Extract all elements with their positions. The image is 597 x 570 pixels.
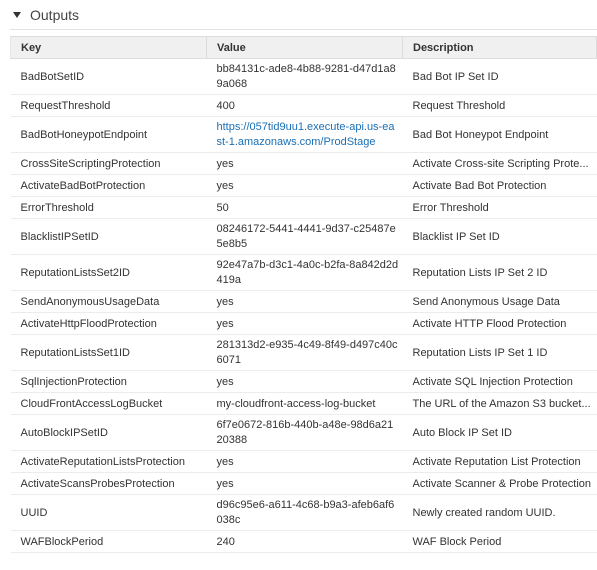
output-value-link[interactable]: https://057tid9uu1.execute-api.us-east-1… [217,121,395,148]
output-value: 400 [206,94,403,117]
table-row: CloudFrontAccessLogBucket my-cloudfront-a… [10,392,597,415]
output-description: Error Threshold [402,196,597,219]
output-key: WAFBlockPeriod [10,530,207,553]
output-description: WAF Block Period [402,530,597,553]
caret-down-icon [13,12,21,18]
outputs-section-toggle[interactable]: Outputs [10,0,597,30]
output-key: RequestThreshold [10,94,207,117]
output-description: Auto Block IP Set ID [402,414,597,451]
output-key: ReputationListsSet1ID [10,334,207,371]
table-row: UUID d96c95e6-a611-4c68-b9a3-afeb6af6038c… [10,494,597,531]
output-value: yes [206,450,403,473]
table-row: ErrorThreshold 50 Error Threshold [10,196,597,219]
output-value: 92e47a7b-d3c1-4a0c-b2fa-8a842d2d419a [206,254,403,291]
table-row: SendAnonymousUsageData yes Send Anonymous … [10,290,597,313]
output-description: Request Threshold [402,94,597,117]
output-value: 281313d2-e935-4c49-8f49-d497c40c6071 [206,334,403,371]
output-key: AutoBlockIPSetID [10,414,207,451]
output-value: yes [206,152,403,175]
table-row: RequestThreshold 400 Request Threshold [10,94,597,117]
output-value: yes [206,290,403,313]
output-key: ActivateHttpFloodProtection [10,312,207,335]
output-description: Bad Bot IP Set ID [402,58,597,95]
output-key: SendAnonymousUsageData [10,290,207,313]
table-row: ActivateScansProbesProtection yes Activate… [10,472,597,495]
table-row: ActivateHttpFloodProtection yes Activate H… [10,312,597,335]
output-value: yes [206,472,403,495]
output-value: 6f7e0672-816b-440b-a48e-98d6a2120388 [206,414,403,451]
output-value: 240 [206,530,403,553]
output-key: BadBotHoneypotEndpoint [10,116,207,153]
output-description: Newly created random UUID. [402,494,597,531]
table-row: ReputationListsSet2ID 92e47a7b-d3c1-4a0c-… [10,254,597,291]
output-key: BadBotSetID [10,58,207,95]
output-value-cell: https://057tid9uu1.execute-api.us-east-1… [206,116,403,153]
output-description: Activate Cross-site Scripting Prote... [402,152,597,175]
output-description: Reputation Lists IP Set 1 ID [402,334,597,371]
output-description: Activate Scanner & Probe Protection [402,472,597,495]
output-key: CrossSiteScriptingProtection [10,152,207,175]
outputs-table: Key Value Description BadBotSetID bb84131… [10,36,597,553]
table-row: ActivateBadBotProtection yes Activate Bad … [10,174,597,197]
output-value: yes [206,370,403,393]
section-title: Outputs [30,6,80,23]
output-key: ActivateScansProbesProtection [10,472,207,495]
output-description: Bad Bot Honeypot Endpoint [402,116,597,153]
table-row: ActivateReputationListsProtection yes Acti… [10,450,597,473]
output-key: ActivateBadBotProtection [10,174,207,197]
table-row: AutoBlockIPSetID 6f7e0672-816b-440b-a48e-… [10,414,597,451]
output-key: ErrorThreshold [10,196,207,219]
output-key: ActivateReputationListsProtection [10,450,207,473]
column-header-description[interactable]: Description [402,36,597,59]
table-header-row: Key Value Description [10,36,597,59]
output-description: Activate Reputation List Protection [402,450,597,473]
output-value: yes [206,174,403,197]
output-value: 50 [206,196,403,219]
table-row: SqlInjectionProtection yes Activate SQL In… [10,370,597,393]
output-value: d96c95e6-a611-4c68-b9a3-afeb6af6038c [206,494,403,531]
column-header-key[interactable]: Key [10,36,207,59]
table-row: BadBotSetID bb84131c-ade8-4b88-9281-d47d1… [10,58,597,95]
output-description: Activate Bad Bot Protection [402,174,597,197]
output-key: SqlInjectionProtection [10,370,207,393]
output-key: ReputationListsSet2ID [10,254,207,291]
output-value: yes [206,312,403,335]
output-description: Activate HTTP Flood Protection [402,312,597,335]
output-description: Reputation Lists IP Set 2 ID [402,254,597,291]
output-value: 08246172-5441-4441-9d37-c25487e5e8b5 [206,218,403,255]
output-description: Activate SQL Injection Protection [402,370,597,393]
output-description: Send Anonymous Usage Data [402,290,597,313]
output-key: CloudFrontAccessLogBucket [10,392,207,415]
table-row: BlacklistIPSetID 08246172-5441-4441-9d37-… [10,218,597,255]
table-row: BadBotHoneypotEndpoint https://057tid9uu1… [10,116,597,153]
output-key: UUID [10,494,207,531]
output-description: The URL of the Amazon S3 bucket... [402,392,597,415]
table-row: ReputationListsSet1ID 281313d2-e935-4c49-… [10,334,597,371]
column-header-value[interactable]: Value [206,36,403,59]
output-value: my-cloudfront-access-log-bucket [206,392,403,415]
output-key: BlacklistIPSetID [10,218,207,255]
output-description: Blacklist IP Set ID [402,218,597,255]
output-value: bb84131c-ade8-4b88-9281-d47d1a89a068 [206,58,403,95]
table-row: WAFBlockPeriod 240 WAF Block Period [10,530,597,553]
table-row: CrossSiteScriptingProtection yes Activate … [10,152,597,175]
